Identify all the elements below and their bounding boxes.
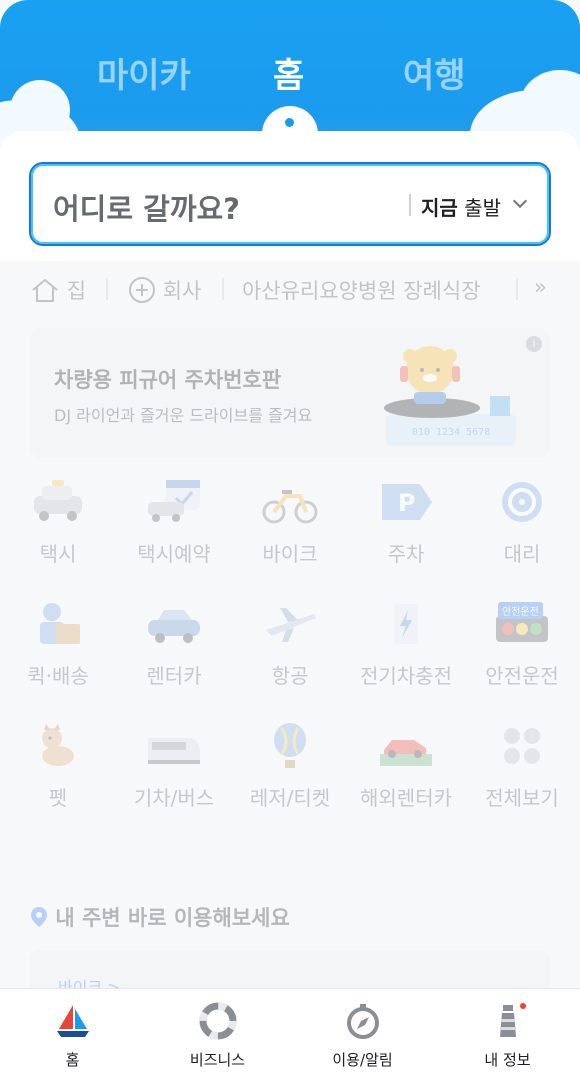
bottom-navigation: 홈 비즈니스 이용/알림 내 정보	[0, 988, 580, 1080]
tab-mycar[interactable]: 마이카	[97, 48, 191, 97]
lighthouse-icon	[488, 1001, 528, 1041]
shortcut-home-label: 집	[66, 279, 87, 303]
divider	[106, 278, 108, 300]
compass-icon	[343, 1001, 383, 1041]
service-overseas-rental[interactable]: 해외렌터카	[348, 722, 464, 811]
nearby-title: 내 주변 바로 이용해보세요	[55, 906, 290, 930]
service-label: 바이크	[262, 542, 318, 566]
train-bus-icon	[144, 722, 204, 770]
service-label: 택시	[39, 542, 77, 566]
service-label: 기차/버스	[133, 786, 215, 810]
shortcut-work[interactable]: 회사	[128, 275, 201, 305]
service-designated-driver[interactable]: 대리	[464, 478, 580, 567]
divider	[516, 278, 518, 300]
service-delivery[interactable]: 퀵·배송	[0, 600, 116, 689]
shortcut-work-label: 회사	[162, 279, 202, 303]
service-train-bus[interactable]: 기차/버스	[116, 722, 232, 811]
plate-number: 010 1234 5678	[412, 427, 490, 438]
nav-business[interactable]: 비즈니스	[145, 1001, 290, 1070]
safe-driving-icon: 안전운전	[492, 600, 552, 648]
pet-icon	[28, 722, 88, 770]
overseas-rental-icon	[376, 722, 436, 770]
service-label: 전체보기	[485, 786, 559, 810]
nav-activity-label: 이용/알림	[332, 1051, 393, 1069]
nav-activity[interactable]: 이용/알림	[290, 1001, 435, 1070]
nav-my-info[interactable]: 내 정보	[435, 1001, 580, 1070]
location-pin-icon	[31, 907, 47, 927]
safe-driving-badge: 안전운전	[498, 602, 543, 619]
banner-title: 차량용 피규어 주차번호판	[54, 368, 282, 392]
depart-now: 지금	[421, 196, 458, 220]
top-tabs: 마이카 홈 여행	[0, 48, 580, 98]
sailboat-icon	[53, 1001, 93, 1041]
bike-icon	[260, 478, 320, 526]
service-parking[interactable]: P 주차	[348, 478, 464, 567]
all-services-icon	[492, 722, 552, 770]
service-label: 렌터카	[146, 664, 202, 688]
tab-travel[interactable]: 여행	[403, 48, 466, 97]
active-tab-dot	[285, 118, 294, 127]
add-circle-icon	[129, 277, 155, 303]
service-ev-charging[interactable]: 전기차충전	[348, 600, 464, 689]
home-icon	[32, 278, 58, 302]
nav-home[interactable]: 홈	[0, 1001, 145, 1070]
shortcut-home[interactable]: 집	[30, 275, 86, 305]
destination-search[interactable]: 어디로 갈까요? 지금 출발	[29, 162, 551, 246]
svg-text:P: P	[398, 489, 416, 517]
service-taxi[interactable]: 택시	[0, 478, 116, 567]
service-rental-car[interactable]: 렌터카	[116, 600, 232, 689]
shortcut-bar: 집 회사 아산유리요양병원 장례식장 »	[0, 262, 580, 312]
service-airplane[interactable]: 항공	[232, 600, 348, 689]
service-label: 전기차충전	[360, 664, 452, 688]
service-label: 주차	[387, 542, 425, 566]
nav-home-label: 홈	[65, 1051, 80, 1069]
shortcut-more-button[interactable]: »	[534, 275, 547, 299]
taxi-reservation-icon	[144, 478, 204, 526]
parking-icon: P	[376, 478, 436, 526]
notification-dot	[519, 1003, 526, 1009]
service-label: 퀵·배송	[27, 664, 89, 688]
search-placeholder[interactable]: 어디로 갈까요?	[53, 186, 240, 228]
divider	[409, 194, 411, 216]
departure-time-select[interactable]: 지금 출발	[421, 192, 501, 221]
taxi-icon	[28, 478, 88, 526]
service-label: 택시예약	[137, 542, 211, 566]
delivery-icon	[28, 600, 88, 648]
service-label: 항공	[271, 664, 309, 688]
service-label: 레저/티켓	[249, 786, 331, 810]
service-label: 대리	[503, 542, 541, 566]
promo-banner[interactable]: 차량용 피규어 주차번호판 DJ 라이언과 즐거운 드라이브를 즐겨요 i 01…	[30, 328, 550, 458]
airplane-icon	[260, 600, 320, 648]
lion-figure-icon: 010 1234 5678	[384, 346, 516, 446]
rental-car-icon	[144, 600, 204, 648]
service-balloon[interactable]: 레저/티켓	[232, 722, 348, 811]
depart-label: 출발	[457, 196, 501, 220]
service-label: 해외렌터카	[360, 786, 452, 810]
nav-business-label: 비즈니스	[189, 1051, 246, 1069]
designated-driver-icon	[492, 478, 552, 526]
nav-my-info-label: 내 정보	[484, 1051, 531, 1069]
shortcut-recent[interactable]: 아산유리요양병원 장례식장	[242, 275, 481, 305]
balloon-icon	[260, 722, 320, 770]
lifebuoy-icon	[198, 1001, 238, 1041]
tab-home[interactable]: 홈	[273, 48, 304, 97]
service-taxi-reservation[interactable]: 택시예약	[116, 478, 232, 567]
ev-charging-icon	[376, 600, 436, 648]
service-label: 안전운전	[485, 664, 559, 688]
service-all-services[interactable]: 전체보기	[464, 722, 580, 811]
service-safe-driving[interactable]: 안전운전 안전운전	[464, 600, 580, 689]
nearby-section-title: 내 주변 바로 이용해보세요	[30, 902, 290, 932]
banner-subtitle: DJ 라이언과 즐거운 드라이브를 즐겨요	[54, 406, 313, 425]
service-pet[interactable]: 펫	[0, 722, 116, 811]
chevron-down-icon[interactable]	[512, 193, 528, 209]
service-label: 펫	[48, 786, 68, 810]
divider	[222, 278, 224, 300]
info-icon[interactable]: i	[526, 336, 542, 352]
service-bike[interactable]: 바이크	[232, 478, 348, 567]
